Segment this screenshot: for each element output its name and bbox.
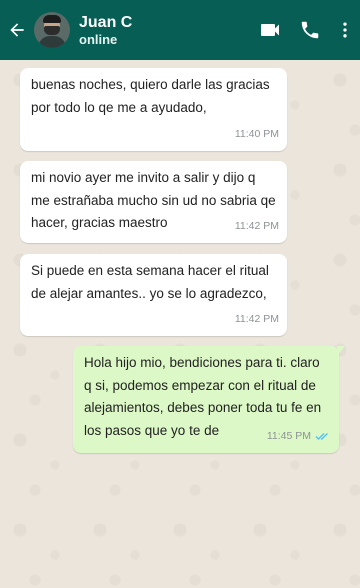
more-vert-icon xyxy=(343,22,347,38)
message-time: 11:45 PM xyxy=(266,429,311,442)
message-time: 11:42 PM xyxy=(234,219,279,232)
message-list: buenas noches, quiero darle las gracias … xyxy=(0,60,360,588)
contact-name: Juan C xyxy=(79,13,133,31)
message-bubble-incoming[interactable]: buenas noches, quiero darle las gracias … xyxy=(20,68,287,151)
message-time: 11:40 PM xyxy=(234,127,279,140)
message-bubble-incoming[interactable]: Si puede en esta semana hacer el ritual … xyxy=(20,254,287,336)
contact-status: online xyxy=(79,31,118,47)
bubble-tail xyxy=(337,346,345,356)
phone-icon xyxy=(301,21,319,39)
message-text: buenas noches, quiero darle las gracias … xyxy=(31,77,270,115)
video-call-button[interactable] xyxy=(250,0,290,60)
message-bubble-outgoing[interactable]: Hola hijo mio, bendiciones para ti. clar… xyxy=(73,346,345,453)
message-time: 11:42 PM xyxy=(234,312,279,325)
back-arrow-icon xyxy=(10,23,24,37)
voice-call-button[interactable] xyxy=(290,0,330,60)
double-check-icon xyxy=(315,432,328,440)
video-call-icon xyxy=(261,24,279,36)
avatar[interactable] xyxy=(34,12,70,48)
back-button[interactable] xyxy=(2,0,32,60)
chat-header: Juan C online xyxy=(0,0,360,60)
contact-info[interactable]: Juan C online xyxy=(79,13,250,48)
message-bubble-incoming[interactable]: mi novio ayer me invito a salir y dijo q… xyxy=(20,161,287,243)
more-options-button[interactable] xyxy=(330,0,360,60)
message-text: Si puede en esta semana hacer el ritual … xyxy=(31,263,269,301)
